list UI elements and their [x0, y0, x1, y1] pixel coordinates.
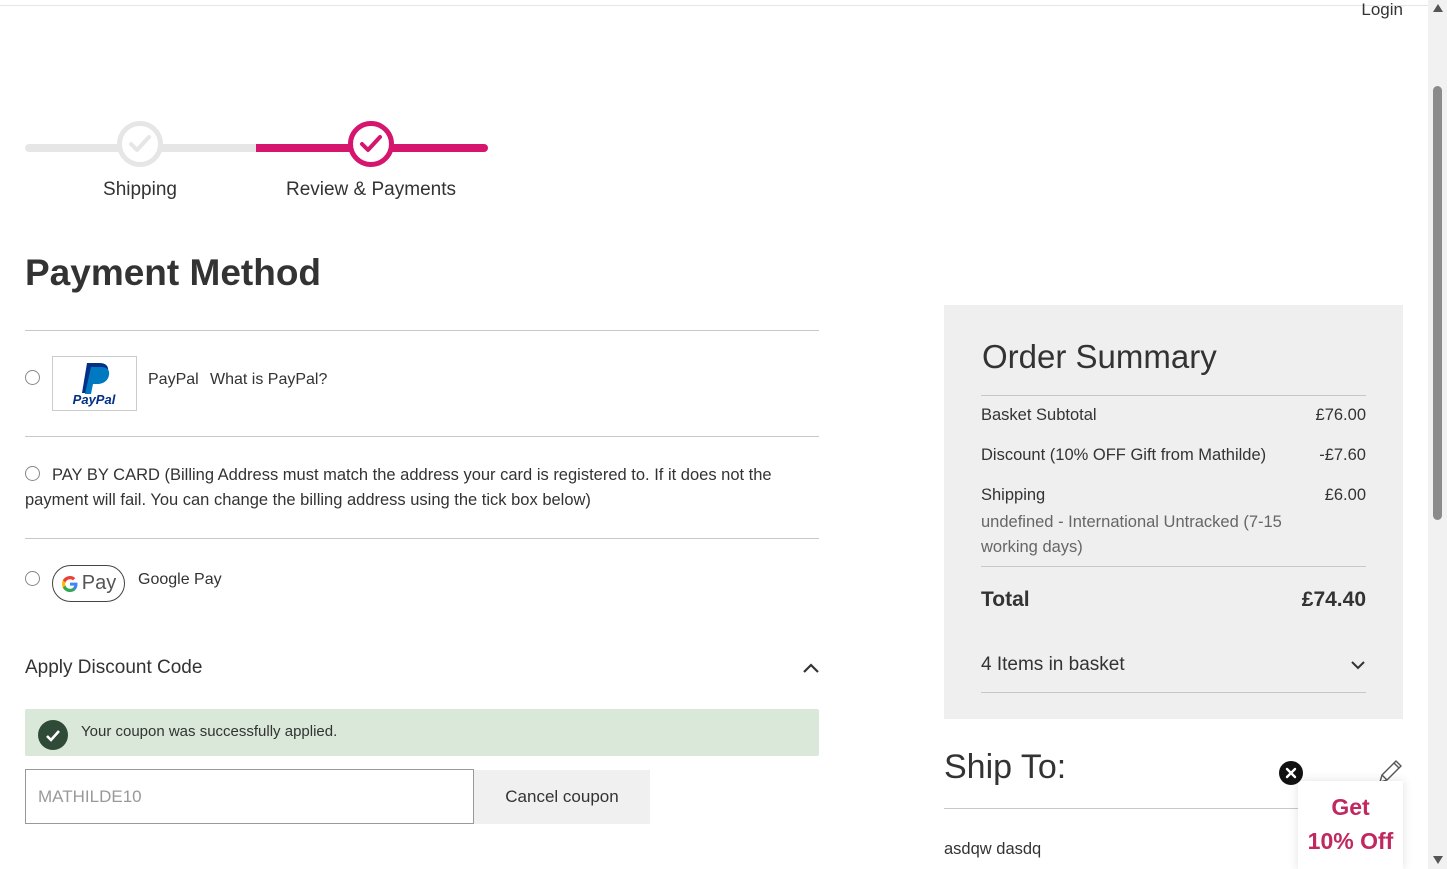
shipping-label: Shipping [981, 486, 1046, 504]
googlepay-radio[interactable] [25, 571, 40, 586]
subtotal-label: Basket Subtotal [981, 406, 1097, 424]
svg-text:PayPal: PayPal [73, 392, 116, 407]
cancel-coupon-button[interactable]: Cancel coupon [474, 770, 650, 824]
chevron-down-icon[interactable] [1349, 658, 1367, 672]
success-text: Your coupon was successfully applied. [81, 723, 338, 740]
step-shipping-label[interactable]: Shipping [65, 179, 215, 201]
shipping-method: undefined - International Untracked (7-1… [981, 513, 1282, 556]
discount-value: -£7.60 [1319, 446, 1366, 464]
total-value: £74.40 [1301, 588, 1366, 611]
order-summary: Order Summary Basket Subtotal £76.00 Dis… [944, 305, 1403, 719]
chevron-up-icon[interactable] [800, 660, 822, 676]
check-icon [360, 135, 382, 152]
popup-line-2: 10% Off [1307, 828, 1394, 854]
items-in-basket-toggle[interactable]: 4 Items in basket [981, 654, 1125, 676]
discount-popup[interactable]: Get 10% Off [1298, 781, 1403, 869]
login-link[interactable]: Login [1361, 0, 1403, 20]
google-pay-logo-text: Pay [81, 572, 117, 594]
popup-line-1: Get [1331, 794, 1370, 820]
paypal-icon: PayPal [73, 363, 116, 407]
scrollbar-thumb[interactable] [1433, 86, 1442, 520]
order-summary-title: Order Summary [982, 338, 1217, 375]
step-review-current-icon [348, 121, 394, 167]
page-title: Payment Method [25, 252, 322, 293]
discount-label: Discount (10% OFF Gift from Mathilde) [981, 446, 1267, 464]
coupon-success-message: Your coupon was successfully applied. [25, 709, 819, 756]
scrollbar[interactable] [1428, 0, 1447, 869]
google-pay-label[interactable]: Google Pay [138, 571, 222, 589]
close-icon[interactable] [1279, 761, 1303, 785]
what-is-paypal-link[interactable]: What is PayPal? [210, 371, 327, 389]
scroll-down-arrow-icon[interactable] [1433, 856, 1443, 864]
paypal-radio[interactable] [25, 370, 40, 385]
subtotal-value: £76.00 [1315, 406, 1366, 424]
divider [981, 692, 1366, 693]
card-payment-label[interactable]: PAY BY CARD (Billing Address must match … [25, 463, 815, 513]
paypal-logo: PayPal [52, 356, 137, 411]
check-circle-icon [38, 720, 68, 750]
scroll-up-arrow-icon[interactable] [1433, 4, 1443, 12]
checkout-progress: Shipping Review & Payments [25, 115, 490, 215]
divider [25, 538, 819, 539]
divider [25, 436, 819, 437]
card-payment-text: PAY BY CARD (Billing Address must match … [25, 466, 772, 509]
google-pay-logo: Pay [52, 565, 125, 602]
discount-toggle[interactable]: Apply Discount Code [25, 657, 202, 679]
shipping-value: £6.00 [1324, 486, 1366, 504]
total-label: Total [981, 588, 1030, 611]
google-g-icon [61, 575, 78, 592]
step-review-label: Review & Payments [285, 179, 456, 200]
check-icon [129, 135, 151, 152]
divider [981, 566, 1366, 567]
divider [981, 395, 1366, 396]
discount-code-input[interactable] [25, 769, 474, 824]
paypal-label[interactable]: PayPal [148, 371, 199, 389]
divider [25, 330, 819, 331]
header-divider [0, 5, 1428, 6]
ship-to-name: asdqw dasdq [944, 840, 1042, 858]
ship-to-title: Ship To: [944, 748, 1067, 786]
step-shipping-complete-icon[interactable] [117, 121, 163, 167]
